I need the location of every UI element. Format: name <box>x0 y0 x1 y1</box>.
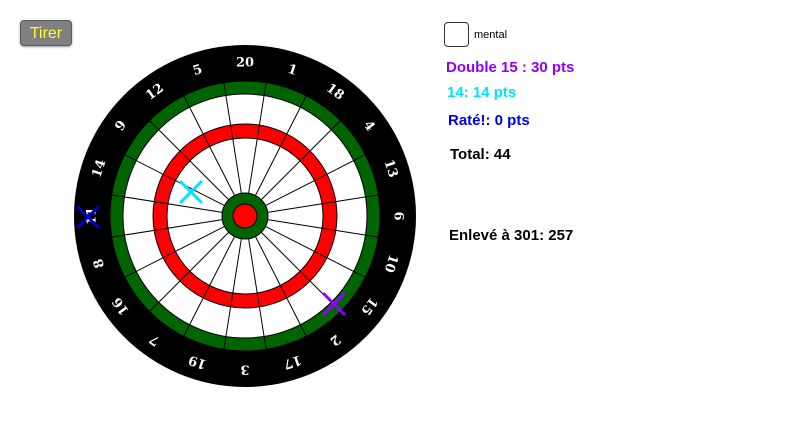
board-number: 3 <box>240 362 249 377</box>
board-number: 20 <box>236 56 254 71</box>
board-number: 6 <box>391 211 406 220</box>
dartboard[interactable]: 20 11841361015217319716811149125 <box>0 0 800 430</box>
bullseye <box>232 203 258 229</box>
